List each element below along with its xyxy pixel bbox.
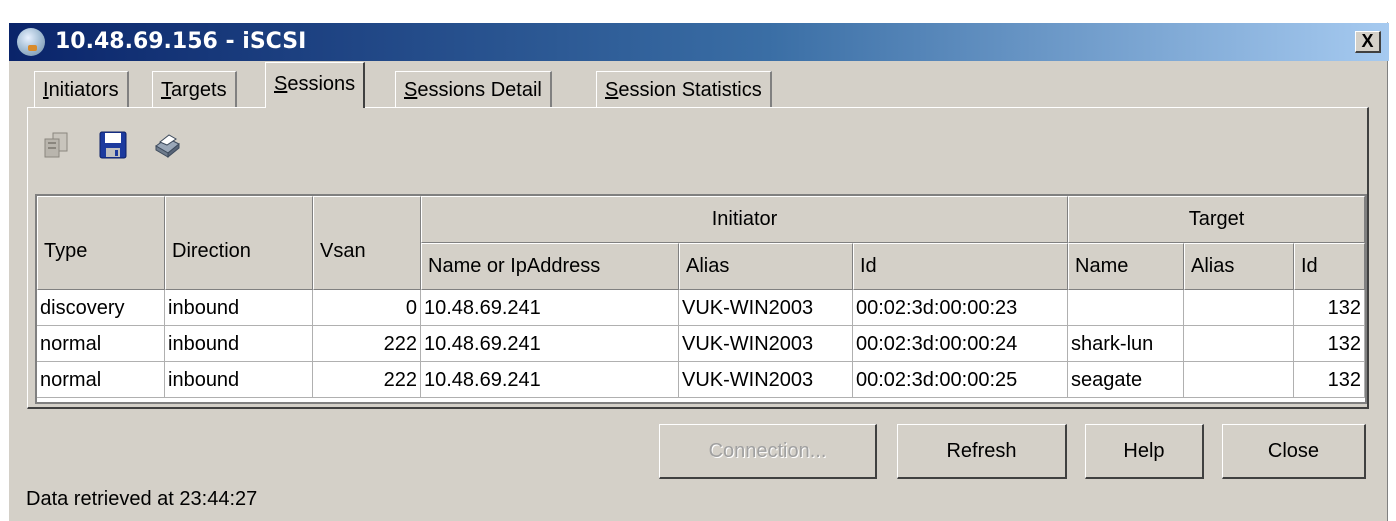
tab-sessions[interactable]: Sessions	[265, 62, 366, 108]
header-type[interactable]: Type	[37, 196, 165, 290]
header-vsan[interactable]: Vsan	[313, 196, 421, 290]
copy-icon[interactable]	[40, 128, 74, 162]
cell-target-id[interactable]: 132	[1294, 362, 1365, 398]
cell-initiator-name[interactable]: 10.48.69.241	[421, 326, 679, 362]
refresh-button[interactable]: Refresh	[897, 424, 1067, 479]
cell-direction[interactable]: inbound	[165, 290, 313, 326]
cell-target-name[interactable]: shark-lun	[1068, 326, 1184, 362]
help-button[interactable]: Help	[1085, 424, 1204, 479]
header-initiator-alias[interactable]: Alias	[679, 243, 853, 290]
header-target-id[interactable]: Id	[1294, 243, 1365, 290]
tab-initiators-label: nitiators	[48, 79, 119, 101]
save-icon[interactable]	[96, 128, 130, 162]
app-icon	[17, 28, 45, 56]
cell-type[interactable]: normal	[37, 326, 165, 362]
cell-target-name[interactable]	[1068, 290, 1184, 326]
tab-targets-label: argets	[171, 79, 227, 101]
cell-initiator-id[interactable]: 00:02:3d:00:00:25	[853, 362, 1068, 398]
cell-target-name[interactable]: seagate	[1068, 362, 1184, 398]
close-window-button[interactable]: X	[1355, 31, 1381, 53]
cell-initiator-alias[interactable]: VUK-WIN2003	[679, 362, 853, 398]
tab-sessions-detail[interactable]: Sessions Detail	[395, 71, 552, 107]
cell-initiator-id[interactable]: 00:02:3d:00:00:23	[853, 290, 1068, 326]
cell-initiator-name[interactable]: 10.48.69.241	[421, 362, 679, 398]
connection-button[interactable]: Connection...	[659, 424, 877, 479]
cell-target-alias[interactable]	[1184, 326, 1294, 362]
cell-target-id[interactable]: 132	[1294, 326, 1365, 362]
cell-initiator-alias[interactable]: VUK-WIN2003	[679, 326, 853, 362]
close-button[interactable]: Close	[1222, 424, 1366, 479]
cell-vsan[interactable]: 222	[313, 362, 421, 398]
tab-initiators[interactable]: Initiators	[34, 71, 129, 107]
cell-vsan[interactable]: 222	[313, 326, 421, 362]
header-initiator-name[interactable]: Name or IpAddress	[421, 243, 679, 290]
header-target-name[interactable]: Name	[1068, 243, 1184, 290]
tab-sessions-mnemonic: S	[274, 73, 288, 95]
tab-targets[interactable]: Targets	[152, 71, 237, 107]
cell-direction[interactable]: inbound	[165, 326, 313, 362]
title-bar[interactable]: 10.48.69.156 - iSCSI X	[9, 23, 1389, 61]
cell-target-alias[interactable]	[1184, 362, 1294, 398]
tab-session-statistics-label: ession Statistics	[618, 79, 762, 101]
tab-sessions-label: essions	[287, 73, 356, 95]
tab-session-statistics-mnemonic: S	[605, 79, 619, 101]
header-group-initiator: Initiator	[421, 196, 1068, 243]
cell-initiator-alias[interactable]: VUK-WIN2003	[679, 290, 853, 326]
tab-session-statistics[interactable]: Session Statistics	[596, 71, 772, 107]
cell-type[interactable]: normal	[37, 362, 165, 398]
cell-direction[interactable]: inbound	[165, 362, 313, 398]
print-icon[interactable]	[150, 128, 184, 162]
cell-type[interactable]: discovery	[37, 290, 165, 326]
sessions-table[interactable]: Type Direction Vsan Initiator Target Nam…	[35, 194, 1367, 404]
cell-initiator-id[interactable]: 00:02:3d:00:00:24	[853, 326, 1068, 362]
tab-targets-mnemonic: T	[161, 79, 171, 101]
cell-vsan[interactable]: 0	[313, 290, 421, 326]
tab-sessions-detail-mnemonic: S	[404, 79, 418, 101]
window-title: 10.48.69.156 - iSCSI	[55, 29, 307, 54]
cell-target-id[interactable]: 132	[1294, 290, 1365, 326]
header-target-alias[interactable]: Alias	[1184, 243, 1294, 290]
status-text: Data retrieved at 23:44:27	[26, 488, 258, 510]
header-direction[interactable]: Direction	[165, 196, 313, 290]
header-initiator-id[interactable]: Id	[853, 243, 1068, 290]
tab-sessions-detail-label: essions Detail	[417, 79, 542, 101]
header-group-target: Target	[1068, 196, 1365, 243]
cell-target-alias[interactable]	[1184, 290, 1294, 326]
cell-initiator-name[interactable]: 10.48.69.241	[421, 290, 679, 326]
